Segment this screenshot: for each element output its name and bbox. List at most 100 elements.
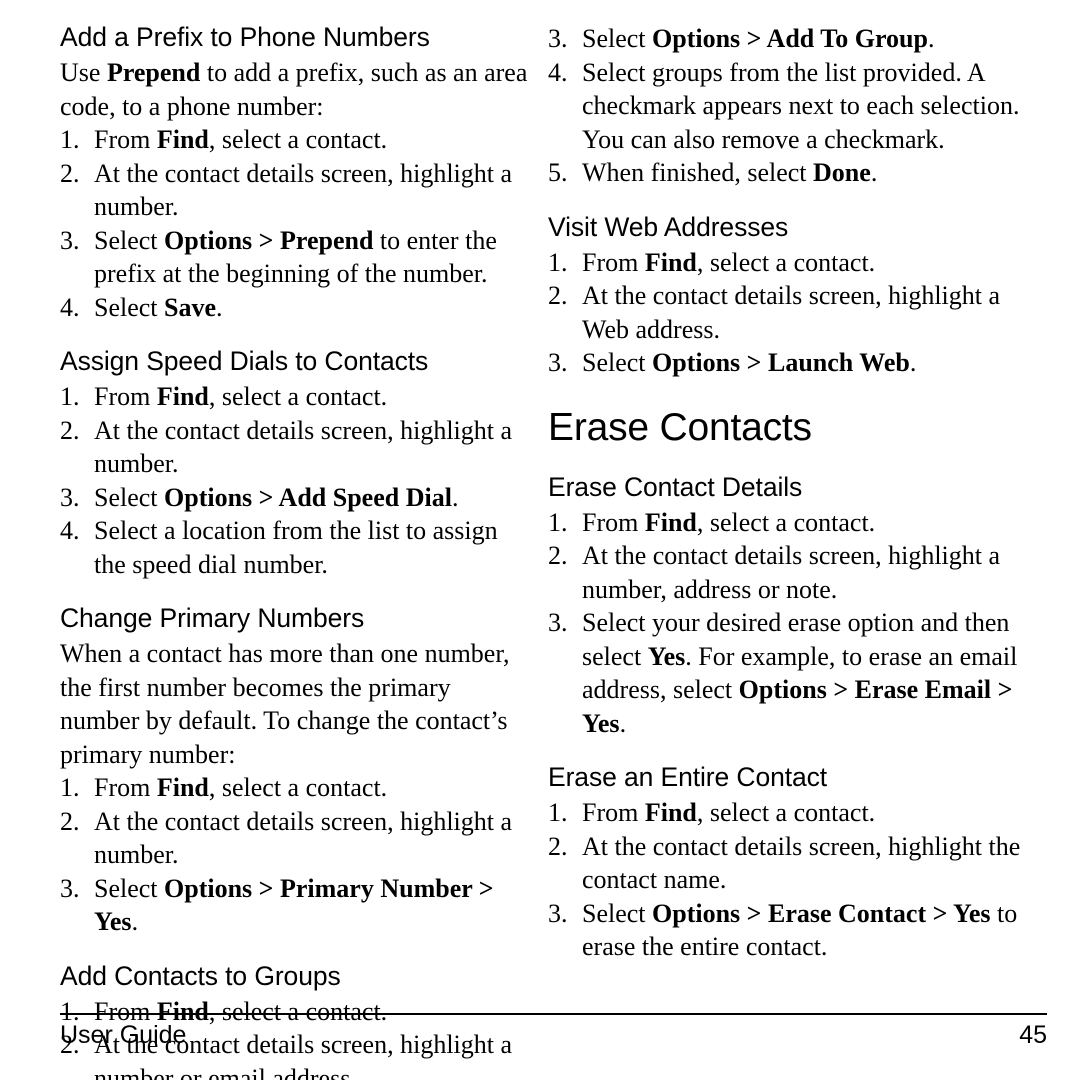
emphasis-text: Prepend [106,58,201,87]
step-item: 4. Select a location from the list to ass… [60,514,528,581]
step-item: 2. At the contact details screen, highlig… [60,805,528,872]
plain-text: Select [94,482,165,512]
plain-text: . [451,482,459,512]
footer-page-number: 45 [1019,1021,1047,1049]
section-title: Erase Contacts [548,405,812,449]
page-footer: User Guide 45 [60,1013,1047,1050]
subsection-title: Add a Prefix to Phone Numbers [60,22,430,52]
step-item: 1. From Find, select a contact. [60,771,528,805]
step-item: 2. At the contact details screen, highlig… [548,830,1047,897]
emphasis-text: Options > Launch Web [652,348,910,377]
plain-text: . [216,292,223,322]
plain-text: When a contact has more than one number,… [60,639,510,769]
plain-text: From [582,507,645,537]
plain-text: At the contact details screen, highlight… [582,541,1001,604]
plain-text: Select [582,348,653,377]
step-marker: 3. [548,348,568,377]
step-item: 3. Select Options > Prepend to enter the … [60,224,528,291]
step-list: 1. From Find, select a contact. 2. At the c… [60,380,528,581]
section-intro-paragraph: When a contact has more than one number,… [60,637,528,771]
plain-text: At the contact details screen, highlight… [582,831,1021,895]
step-marker: 2. [548,281,568,310]
step-marker: 2. [60,415,80,445]
emphasis-text: Options > Prepend [164,225,374,255]
step-marker: 4. [60,292,80,322]
step-item: 3. Select Options > Add Speed Dial. [60,481,528,515]
step-marker: 2. [548,541,568,570]
step-item: 4. Select Save. [60,291,528,325]
manual-page: Add a Prefix to Phone Numbers Use Prepend… [0,0,1080,1080]
step-marker: 2. [60,806,80,836]
step-item: 2. At the contact details screen, highlig… [548,539,1047,606]
section-intro-paragraph: Use Prepend to add a prefix, such as an … [60,56,528,123]
step-marker: 1. [548,798,568,827]
emphasis-text: Find [156,125,209,154]
plain-text: From [582,798,645,827]
step-marker: 4. [548,57,568,87]
step-item: 1. From Find, select a contact. [548,796,1047,830]
step-item: 1. From Find, select a contact. [60,380,528,414]
step-marker: 1. [548,507,568,537]
step-item: 5. When finished, select Done. [548,156,1047,190]
plain-text: Use [60,58,107,87]
plain-text: At the contact details screen, highlight… [94,415,513,479]
emphasis-text: Options > Add Speed Dial [164,482,452,512]
step-item: 2. At the contact details screen, highlig… [60,414,528,481]
step-marker: 3. [60,482,80,512]
plain-text: Select [94,225,165,255]
step-marker: 1. [548,247,568,277]
subsection-title: Visit Web Addresses [548,211,789,242]
step-list: 1. From Find, select a contact. 2. At the c… [548,246,1047,380]
plain-text: , select a contact. [696,247,876,277]
plain-text: From [94,125,157,154]
plain-text: . [131,907,139,936]
step-item: 3. Select Options > Add To Group. [548,22,1047,56]
right-column: 3. Select Options > Add To Group. 4. Select… [540,0,1080,1000]
plain-text: Select a location from the list to assig… [94,516,498,579]
plain-text: Select [94,292,165,322]
plain-text: , select a contact. [208,125,388,154]
step-item: 1. From Find, select a contact. [548,246,1047,280]
emphasis-text: Save [164,292,217,322]
plain-text: . [619,708,627,738]
step-list: 3. Select Options > Add To Group. 4. Select… [548,22,1047,190]
subsection-title: Erase Contact Details [548,471,803,502]
subsection-title: Assign Speed Dials to Contacts [60,346,429,376]
plain-text: Select groups from the list provided. A … [582,57,1020,154]
emphasis-text: Done [813,158,871,187]
step-marker: 1. [60,773,80,802]
plain-text: . [909,348,917,377]
emphasis-text: Find [644,798,697,827]
step-marker: 1. [60,382,80,411]
plain-text: From [582,247,645,277]
step-list: 1. From Find, select a contact. 2. At the c… [548,506,1047,741]
plain-text: At the contact details screen, highlight… [94,806,513,870]
step-marker: 4. [60,516,80,545]
step-item: 4. Select groups from the list provided. … [548,56,1047,157]
plain-text: . [927,24,935,53]
step-marker: 3. [60,225,80,255]
emphasis-text: Options > Erase Contact > Yes [652,898,991,928]
subsection-title: Change Primary Numbers [60,603,365,633]
plain-text: When finished, select [582,158,814,187]
plain-text: At the contact details screen, highlight… [94,158,513,222]
step-list: 1. From Find, select a contact. 2. At the c… [60,771,528,939]
step-marker: 2. [548,831,568,861]
plain-text: Select [582,24,653,53]
step-item: 3. Select Options > Launch Web. [548,346,1047,380]
step-marker: 2. [60,158,80,188]
emphasis-text: Options > Add To Group [652,24,928,53]
step-item: 3. Select Options > Primary Number > Yes. [60,872,528,939]
step-marker: 5. [548,158,568,187]
emphasis-text: Find [156,382,209,411]
subsection-title: Add Contacts to Groups [60,960,341,991]
subsection-title: Erase an Entire Contact [548,762,828,792]
left-column: Add a Prefix to Phone Numbers Use Prepend… [0,0,540,1080]
step-marker: 3. [60,873,80,903]
plain-text: . [870,158,878,187]
plain-text: At the contact details screen, highlight… [582,281,1001,344]
emphasis-text: Yes [647,641,686,671]
step-item: 3. Select Options > Erase Contact > Yes t… [548,897,1047,964]
plain-text: , select a contact. [696,507,876,537]
plain-text: From [94,382,157,411]
